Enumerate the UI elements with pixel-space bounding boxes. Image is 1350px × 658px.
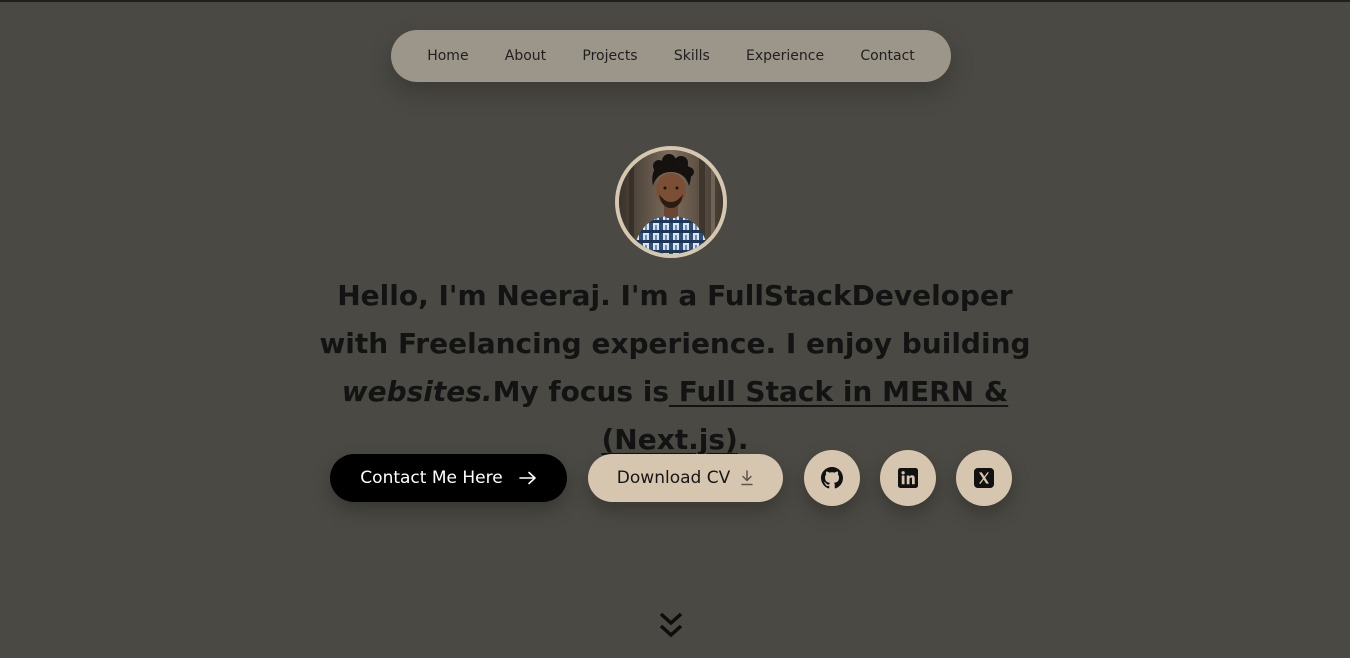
hero-text: My focus is — [492, 375, 670, 408]
linkedin-icon — [898, 468, 918, 488]
arrow-right-icon — [518, 471, 536, 485]
nav-home[interactable]: Home — [427, 48, 468, 64]
hero-text: . — [737, 423, 749, 456]
download-cv-button[interactable]: Download CV — [588, 454, 783, 502]
contact-me-button[interactable]: Contact Me Here — [330, 454, 567, 502]
profile-avatar — [615, 146, 727, 258]
github-icon — [821, 467, 843, 489]
nav-experience[interactable]: Experience — [746, 48, 824, 64]
download-cv-label: Download CV — [616, 468, 731, 488]
hero-role: FullStackDeveloper — [707, 279, 1013, 312]
download-icon — [741, 470, 753, 486]
hero-headline: Hello, I'm Neeraj. I'm a FullStackDevelo… — [300, 272, 1050, 464]
scroll-down-button[interactable] — [657, 610, 685, 642]
nav-projects[interactable]: Projects — [582, 48, 637, 64]
chevrons-down-icon — [659, 612, 683, 638]
linkedin-link[interactable] — [880, 450, 936, 506]
nav-about[interactable]: About — [505, 48, 546, 64]
hero-text: I'm a — [610, 279, 708, 312]
hero-websites: websites. — [341, 375, 493, 408]
x-icon — [974, 468, 994, 488]
x-twitter-link[interactable] — [956, 450, 1012, 506]
top-border — [0, 0, 1350, 2]
hero-text: with — [319, 327, 398, 360]
hero-greeting: Hello, I'm Neeraj. — [337, 279, 611, 312]
top-nav: Home About Projects Skills Experience Co… — [391, 30, 951, 82]
contact-me-label: Contact Me Here — [360, 468, 503, 488]
nav-contact[interactable]: Contact — [860, 48, 914, 64]
profile-photo — [619, 150, 723, 254]
github-link[interactable] — [804, 450, 860, 506]
nav-skills[interactable]: Skills — [674, 48, 710, 64]
hero-text: experience. I enjoy building — [581, 327, 1031, 360]
hero-experience-type: Freelancing — [397, 327, 582, 360]
